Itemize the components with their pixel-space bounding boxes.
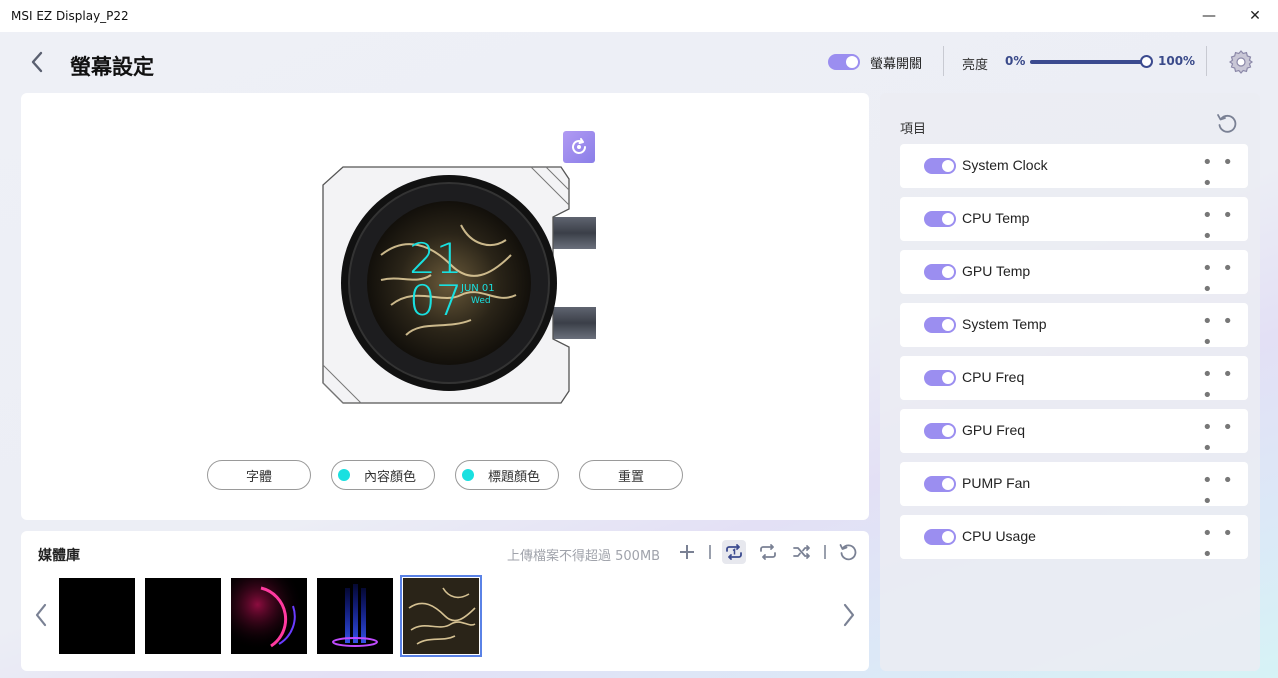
- content-color-label: 內容顏色: [363, 469, 416, 485]
- item-toggle[interactable]: [924, 317, 956, 333]
- blue-stage-image: [317, 578, 393, 654]
- brightness-slider-thumb[interactable]: [1140, 55, 1153, 68]
- clock-date: JUN 01: [460, 283, 495, 294]
- media-thumbnail[interactable]: [231, 578, 307, 654]
- repeat-button[interactable]: [756, 540, 780, 564]
- header: 螢幕設定 螢幕開關 亮度 0% 100%: [0, 32, 1278, 92]
- media-library-title: 媒體庫: [38, 548, 80, 564]
- item-row-cpu-usage[interactable]: CPU Usage • • •: [900, 515, 1248, 565]
- dragon-image: [403, 578, 479, 654]
- media-thumbnail[interactable]: [145, 578, 221, 654]
- rotate-button[interactable]: [563, 131, 595, 163]
- media-thumbnail[interactable]: [59, 578, 135, 654]
- item-toggle[interactable]: [924, 423, 956, 439]
- item-label: System Temp: [962, 316, 1047, 332]
- item-label: PUMP Fan: [962, 475, 1031, 491]
- content-color-swatch: [338, 469, 350, 481]
- media-thumbnail[interactable]: [317, 578, 393, 654]
- preview-card: 21 07 JUN 01 Wed 字體 內容顏色 標題顏色 重置: [21, 93, 869, 520]
- neon-ring-image: [231, 578, 307, 654]
- item-row-system-temp[interactable]: System Temp • • •: [900, 303, 1248, 353]
- more-options-icon[interactable]: • • •: [1202, 523, 1248, 565]
- reset-button[interactable]: 重置: [579, 460, 683, 490]
- more-options-icon[interactable]: • • •: [1202, 258, 1248, 300]
- divider: [1206, 46, 1207, 76]
- item-row-gpu-freq[interactable]: GPU Freq • • •: [900, 409, 1248, 459]
- item-row-pump-fan[interactable]: PUMP Fan • • •: [900, 462, 1248, 512]
- item-label: GPU Temp: [962, 263, 1031, 279]
- page-title: 螢幕設定: [70, 54, 154, 79]
- app-title: MSI EZ Display_P22: [11, 9, 129, 23]
- rotate-icon: [572, 138, 586, 154]
- item-row-cpu-temp[interactable]: CPU Temp • • •: [900, 197, 1248, 247]
- reset-icon: [839, 544, 857, 561]
- divider: [709, 545, 711, 559]
- next-arrow-icon[interactable]: [839, 601, 859, 629]
- more-options-icon[interactable]: • • •: [1202, 152, 1248, 194]
- item-label: System Clock: [962, 157, 1048, 173]
- item-label: CPU Temp: [962, 210, 1030, 226]
- item-row-system-clock[interactable]: System Clock • • •: [900, 144, 1248, 194]
- more-options-icon[interactable]: • • •: [1202, 470, 1248, 512]
- cooler-preview: 21 07 JUN 01 Wed: [322, 166, 596, 404]
- item-label: CPU Usage: [962, 528, 1036, 544]
- add-media-button[interactable]: [675, 540, 699, 564]
- title-color-swatch: [462, 469, 474, 481]
- clock-weekday: Wed: [471, 296, 491, 306]
- more-options-icon[interactable]: • • •: [1202, 311, 1248, 353]
- upload-hint: 上傳檔案不得超過 500MB: [507, 549, 661, 564]
- media-reset-button[interactable]: [836, 540, 860, 564]
- repeat-icon: [760, 544, 776, 560]
- item-row-gpu-temp[interactable]: GPU Temp • • •: [900, 250, 1248, 300]
- add-icon: [680, 545, 694, 559]
- font-button-label: 字體: [245, 469, 272, 485]
- item-toggle[interactable]: [924, 529, 956, 545]
- gear-icon[interactable]: [1228, 49, 1254, 75]
- item-toggle[interactable]: [924, 211, 956, 227]
- font-button[interactable]: 字體: [207, 460, 311, 490]
- divider: [824, 545, 826, 559]
- prev-arrow-icon[interactable]: [31, 601, 51, 629]
- item-toggle[interactable]: [924, 370, 956, 386]
- items-panel: 項目 System Clock • • • CPU Temp • • • GPU…: [880, 93, 1260, 671]
- clock-minute: 07: [409, 276, 462, 325]
- repeat-one-icon: [726, 544, 742, 560]
- shuffle-button[interactable]: [790, 540, 814, 564]
- content-color-button[interactable]: 內容顏色: [331, 460, 435, 490]
- brightness-max-label: 100%: [1158, 54, 1196, 68]
- more-options-icon[interactable]: • • •: [1202, 417, 1248, 459]
- items-label: 項目: [900, 122, 927, 137]
- shuffle-icon: [793, 545, 810, 559]
- title-bar: MSI EZ Display_P22 — ✕: [0, 0, 1278, 32]
- media-thumbnail-selected[interactable]: [400, 575, 482, 657]
- brightness-slider-track[interactable]: [1030, 60, 1148, 64]
- close-button[interactable]: ✕: [1232, 0, 1278, 32]
- brightness-label: 亮度: [962, 58, 989, 73]
- screen-toggle[interactable]: [828, 54, 860, 70]
- repeat-one-button[interactable]: [722, 540, 746, 564]
- reset-button-label: 重置: [617, 469, 644, 485]
- item-toggle[interactable]: [924, 158, 956, 174]
- media-library: 媒體庫 上傳檔案不得超過 500MB: [21, 531, 869, 671]
- item-label: CPU Freq: [962, 369, 1025, 385]
- item-toggle[interactable]: [924, 476, 956, 492]
- minimize-button[interactable]: —: [1186, 0, 1232, 32]
- item-row-cpu-freq[interactable]: CPU Freq • • •: [900, 356, 1248, 406]
- more-options-icon[interactable]: • • •: [1202, 364, 1248, 406]
- divider: [943, 46, 944, 76]
- item-toggle[interactable]: [924, 264, 956, 280]
- back-arrow-icon[interactable]: [26, 50, 50, 74]
- title-color-button[interactable]: 標題顏色: [455, 460, 559, 490]
- items-reset-icon[interactable]: [1214, 111, 1240, 137]
- item-label: GPU Freq: [962, 422, 1026, 438]
- more-options-icon[interactable]: • • •: [1202, 205, 1248, 247]
- screen-toggle-label: 螢幕開關: [870, 57, 923, 72]
- title-color-label: 標題顏色: [487, 469, 540, 485]
- brightness-min-label: 0%: [1005, 54, 1026, 68]
